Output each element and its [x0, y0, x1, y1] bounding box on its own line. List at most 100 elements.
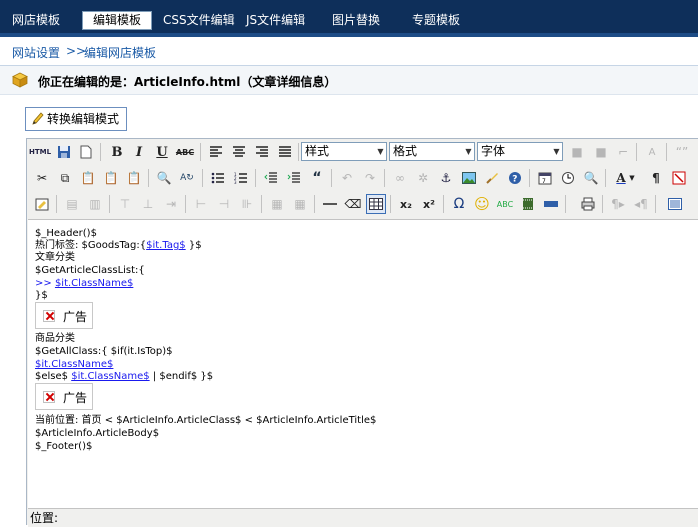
flash-icon[interactable]: [541, 194, 561, 214]
insert-col-before-icon[interactable]: ⊢: [191, 194, 211, 214]
link-icon[interactable]: ∞: [390, 168, 410, 188]
date-icon[interactable]: 7: [535, 168, 555, 188]
fullscreen-icon[interactable]: [665, 194, 685, 214]
print-icon[interactable]: [578, 194, 598, 214]
insert-row-after-icon[interactable]: ⊥: [138, 194, 158, 214]
align-justify-icon[interactable]: [275, 142, 295, 162]
undo-icon[interactable]: ↶: [337, 168, 357, 188]
remove-format-icon[interactable]: [669, 168, 689, 188]
toolbar-row-3: ▤ ▥ ⊤ ⊥ ⇥ ⊢ ⊣ ⊪ ▦ ▦ ⌫ x₂ x² Ω ☺ ABC ¶▸ ◂…: [28, 191, 698, 217]
classname-link[interactable]: $it.ClassName$: [35, 359, 113, 370]
preview-icon[interactable]: 🔍: [581, 168, 601, 188]
toolbar-separator: [185, 195, 186, 213]
help-icon[interactable]: ?: [505, 168, 525, 188]
text-color-chevron-icon[interactable]: ▼: [627, 168, 637, 188]
merge-cells-icon[interactable]: ▦: [290, 194, 310, 214]
new-page-icon[interactable]: [76, 142, 96, 162]
align-left-icon[interactable]: [206, 142, 226, 162]
toolbar-separator: [605, 169, 606, 187]
image-icon[interactable]: [459, 168, 479, 188]
bullet-list-icon[interactable]: [208, 168, 228, 188]
insert-col-after-icon[interactable]: ⊣: [214, 194, 234, 214]
editing-file-text: 你正在编辑的是：ArticleInfo.html（文章详细信息）: [38, 75, 337, 89]
indent-icon[interactable]: [284, 168, 304, 188]
switch-edit-mode-button[interactable]: 转换编辑模式: [25, 107, 127, 131]
anchor-small-icon[interactable]: ⌐: [613, 142, 633, 162]
unlink-icon[interactable]: ✲: [413, 168, 433, 188]
strikethrough-icon[interactable]: ABC: [175, 142, 195, 162]
align-right-icon[interactable]: [252, 142, 272, 162]
find-icon[interactable]: 🔍: [154, 168, 174, 188]
toolbar-separator: [100, 143, 101, 161]
paragraph-mark-icon[interactable]: ¶: [646, 168, 666, 188]
ltr-icon[interactable]: ¶▸: [608, 194, 628, 214]
outdent-icon[interactable]: [261, 168, 281, 188]
tab-js-edit[interactable]: JS文件编辑: [246, 11, 305, 30]
toolbar-separator: [200, 143, 201, 161]
quote-icon[interactable]: “”: [672, 142, 692, 162]
anchor-icon[interactable]: ⚓: [436, 168, 456, 188]
content-line: 文章分类: [35, 252, 75, 263]
font-size-icon[interactable]: A: [642, 142, 662, 162]
delete-col-icon[interactable]: ⊪: [237, 194, 257, 214]
editor-content[interactable]: $_Header()$ 热门标签: $GoodsTag:{$it.Tag$ }$…: [28, 219, 698, 508]
switch-edit-mode-label: 转换编辑模式: [47, 112, 120, 126]
ad-placeholder-image[interactable]: 广告: [35, 302, 93, 329]
toolbar-separator: [314, 195, 315, 213]
italic-icon[interactable]: I: [129, 142, 149, 162]
paste-word-icon[interactable]: 📋: [124, 168, 144, 188]
replace-icon[interactable]: A↻: [177, 168, 197, 188]
eraser-icon[interactable]: ⌫: [343, 194, 363, 214]
spellcheck-icon[interactable]: ABC: [495, 194, 515, 214]
content-line: $it.ClassName$: [35, 359, 113, 371]
content-line: $else$ $it.ClassName$ | $endif$ }$: [35, 371, 213, 383]
format-select[interactable]: 格式 ▼: [389, 142, 475, 161]
copy-format-icon[interactable]: ■: [567, 142, 587, 162]
font-select[interactable]: 字体 ▼: [477, 142, 563, 161]
tab-topic-template[interactable]: 专题模板: [412, 11, 460, 30]
align-center-icon[interactable]: [229, 142, 249, 162]
tab-shop-template[interactable]: 网店模板: [12, 11, 60, 30]
cut-icon[interactable]: ✂: [32, 168, 52, 188]
brush-icon[interactable]: [482, 168, 502, 188]
split-cells-icon[interactable]: ▦: [267, 194, 287, 214]
paste-text-icon[interactable]: 📋: [101, 168, 121, 188]
paste-format-icon[interactable]: ■: [591, 142, 611, 162]
numbered-list-icon[interactable]: 123: [231, 168, 251, 188]
classname-link[interactable]: $it.ClassName$: [55, 278, 133, 289]
bold-icon[interactable]: B: [107, 142, 127, 162]
emoticon-icon[interactable]: ☺: [472, 194, 492, 214]
delete-row-icon[interactable]: ⇥: [161, 194, 181, 214]
classname-link[interactable]: $it.ClassName$: [71, 371, 149, 382]
table-props-icon[interactable]: ▤: [62, 194, 82, 214]
tab-css-edit[interactable]: CSS文件编辑: [163, 11, 235, 30]
blockquote-icon[interactable]: “: [307, 168, 327, 188]
special-char-icon[interactable]: Ω: [449, 194, 469, 214]
style-select[interactable]: 样式 ▼: [301, 142, 387, 161]
ad-placeholder-image[interactable]: 广告: [35, 383, 93, 410]
rtl-icon[interactable]: ◂¶: [631, 194, 651, 214]
rich-text-editor: HTML B I U ABC 样式 ▼ 格式 ▼ 字体 ▼ ■ ■ ⌐ A “”…: [26, 138, 698, 527]
tab-edit-template[interactable]: 编辑模板: [82, 11, 153, 30]
toolbar-separator: [390, 195, 391, 213]
breadcrumb-root[interactable]: 网站设置: [12, 44, 60, 61]
tab-image-replace[interactable]: 图片替换: [332, 11, 380, 30]
superscript-icon[interactable]: x²: [419, 194, 439, 214]
table-icon[interactable]: [366, 194, 386, 214]
form-icon[interactable]: [32, 194, 52, 214]
save-icon[interactable]: [54, 142, 74, 162]
content-line: }$: [35, 290, 48, 301]
horizontal-rule-icon[interactable]: [320, 194, 340, 214]
insert-row-before-icon[interactable]: ⊤: [115, 194, 135, 214]
subscript-icon[interactable]: x₂: [396, 194, 416, 214]
cell-props-icon[interactable]: ▥: [85, 194, 105, 214]
paste-icon[interactable]: 📋: [78, 168, 98, 188]
svg-text:?: ?: [512, 175, 517, 185]
media-icon[interactable]: [518, 194, 538, 214]
time-icon[interactable]: [558, 168, 578, 188]
tag-link[interactable]: $it.Tag$: [146, 240, 186, 251]
html-source-icon[interactable]: HTML: [29, 142, 51, 162]
copy-icon[interactable]: ⧉: [55, 168, 75, 188]
underline-icon[interactable]: U: [152, 142, 172, 162]
redo-icon[interactable]: ↷: [360, 168, 380, 188]
